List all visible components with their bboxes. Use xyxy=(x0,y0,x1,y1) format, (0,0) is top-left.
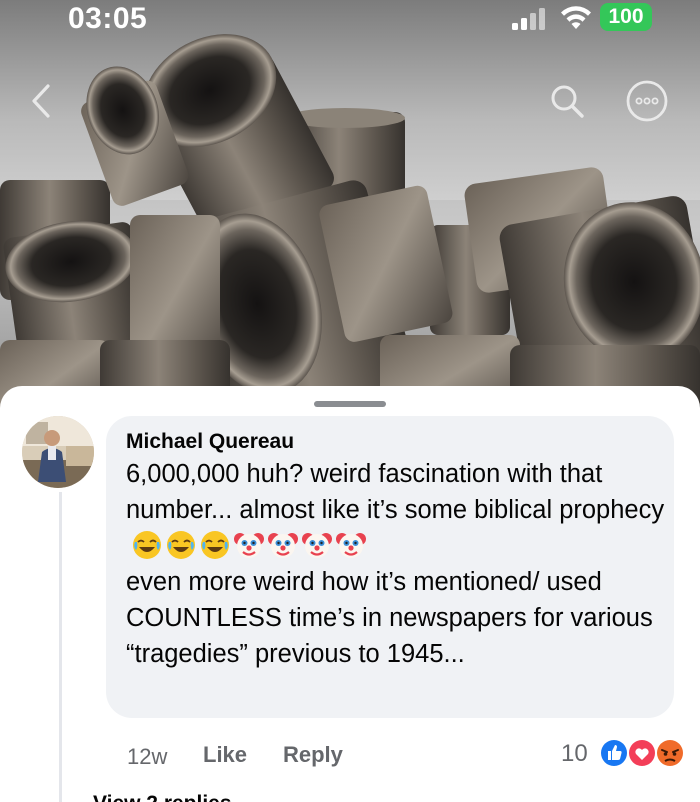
avatar-photo xyxy=(22,416,94,488)
angry-reaction-icon xyxy=(655,738,685,768)
post-photo xyxy=(0,0,700,420)
thread-line xyxy=(59,492,62,802)
clown-emoji-icon xyxy=(302,533,332,558)
battery-indicator: 100 xyxy=(600,3,652,31)
search-icon[interactable] xyxy=(544,78,590,124)
avatar[interactable] xyxy=(22,416,94,488)
comment-author[interactable]: Michael Quereau xyxy=(126,430,294,454)
cellular-signal-icon xyxy=(512,8,545,30)
laughing-emoji-icon xyxy=(201,531,229,559)
comment-age: 12w xyxy=(127,744,168,769)
chevron-left-icon[interactable] xyxy=(18,78,64,124)
comment-text-part1: 6,000,000 huh? weird fascination with th… xyxy=(126,460,665,524)
emoji-row xyxy=(132,530,366,560)
sheet-grabber[interactable] xyxy=(314,401,386,407)
like-button[interactable]: Like xyxy=(203,742,247,768)
status-bar: 03:05 100 xyxy=(0,0,700,40)
clown-emoji-icon xyxy=(336,533,366,558)
comment-bubble[interactable]: Michael Quereau 6,000,000 huh? weird fas… xyxy=(106,416,674,718)
love-reaction-icon xyxy=(627,738,657,768)
comments-sheet: Michael Quereau 6,000,000 huh? weird fas… xyxy=(0,386,700,802)
clown-emoji-icon xyxy=(234,533,264,558)
comment-text: 6,000,000 huh? weird fascination with th… xyxy=(126,456,666,672)
more-icon[interactable] xyxy=(624,78,670,124)
battery-level: 100 xyxy=(608,5,644,28)
reactions-summary[interactable] xyxy=(598,736,690,770)
status-time: 03:05 xyxy=(68,2,148,35)
comment-text-part2: even more weird how it’s mentioned/ used… xyxy=(126,568,653,668)
cans-image xyxy=(0,34,700,420)
reaction-count[interactable]: 10 xyxy=(561,740,588,768)
laughing-emoji-icon xyxy=(167,531,195,559)
wifi-icon xyxy=(561,6,591,29)
reply-button[interactable]: Reply xyxy=(283,742,343,768)
clown-emoji-icon xyxy=(268,533,298,558)
view-replies-link[interactable]: View 2 replies xyxy=(93,792,232,802)
laughing-emoji-icon xyxy=(133,531,161,559)
like-reaction-icon xyxy=(599,738,629,768)
